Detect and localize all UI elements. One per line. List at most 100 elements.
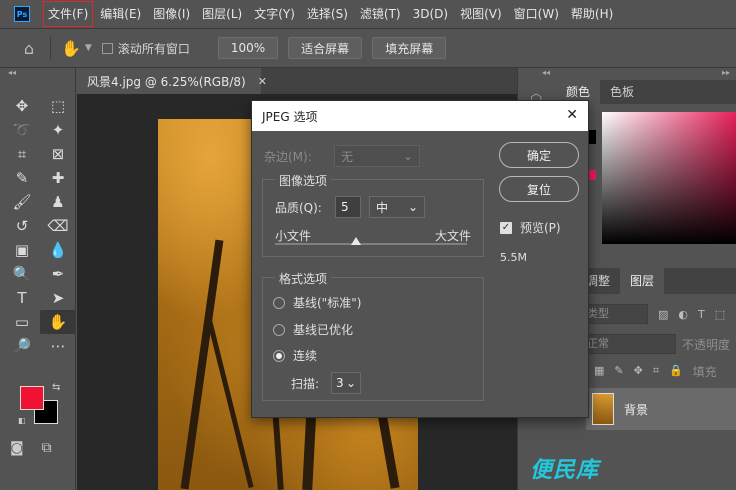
history-brush-tool-icon[interactable]: ↺ — [4, 214, 40, 238]
scan-select[interactable]: 3 ⌄ — [331, 372, 362, 394]
ok-button[interactable]: 确定 — [499, 142, 579, 168]
chevron-down-icon: ⌄ — [402, 149, 413, 163]
chevron-down-icon[interactable]: ▼ — [85, 43, 92, 53]
tree-trunk — [207, 320, 254, 489]
adjustment-filter-icon[interactable]: ◐ — [678, 308, 688, 321]
type-tool-icon[interactable]: T — [4, 286, 40, 310]
menu-image[interactable]: 图像(I) — [147, 0, 196, 28]
pen-tool-icon[interactable]: ✒ — [40, 262, 76, 286]
color-panel-foreground-indicator[interactable] — [588, 130, 596, 144]
scan-label: 扫描: — [291, 376, 320, 391]
radio-baseline-optimized[interactable]: 基线已优化 — [273, 321, 353, 338]
collapse-toolbar-icon[interactable]: ◂◂ — [0, 68, 75, 80]
menu-layer[interactable]: 图层(L) — [196, 0, 248, 28]
radio-label: 连续 — [293, 349, 318, 363]
quality-input[interactable]: 5 — [335, 196, 361, 218]
radio-button[interactable] — [273, 349, 285, 362]
layer-kind-filter[interactable]: 类型 — [584, 304, 648, 324]
menu-window[interactable]: 窗口(W) — [508, 0, 565, 28]
type-filter-icon[interactable]: T — [698, 308, 705, 321]
blend-mode-select[interactable]: 正常 — [584, 334, 676, 354]
format-options-group: 格式选项 基线("标准") 基线已优化 连续 扫描: 3 ⌄ — [262, 270, 484, 401]
preview-checkbox[interactable]: ✓ 预览(P) — [500, 219, 561, 236]
checkbox-box[interactable] — [101, 42, 113, 54]
menu-edit[interactable]: 编辑(E) — [94, 0, 147, 28]
quality-slider-thumb[interactable] — [350, 237, 361, 245]
radio-button[interactable] — [273, 323, 285, 336]
tab-swatches[interactable]: 色板 — [600, 80, 644, 104]
image-options-label: 图像选项 — [275, 172, 332, 189]
healing-brush-tool-icon[interactable]: ✚ — [40, 166, 76, 190]
dodge-tool-icon[interactable]: 🔍 — [4, 262, 40, 286]
fill-screen-button[interactable]: 填充屏幕 — [372, 37, 447, 59]
frame-tool-icon[interactable]: ⊠ — [40, 142, 76, 166]
radio-baseline-standard[interactable]: 基线("标准") — [273, 294, 361, 311]
scroll-all-windows-checkbox[interactable]: 滚动所有窗口 — [101, 40, 190, 57]
menu-type[interactable]: 文字(Y) — [248, 0, 301, 28]
lasso-tool-icon[interactable]: ➰ — [4, 118, 40, 142]
foreground-color-swatch[interactable] — [20, 386, 44, 410]
hand-tool-icon[interactable]: ✋ — [61, 39, 81, 58]
eyedropper-tool-icon[interactable]: ✎ — [4, 166, 40, 190]
fit-screen-button[interactable]: 适合屏幕 — [288, 37, 363, 59]
options-bar: ⌂ ✋ ▼ 滚动所有窗口 100% 适合屏幕 填充屏幕 — [0, 28, 736, 68]
lock-all-icon[interactable]: 🔒 — [669, 364, 683, 378]
shape-filter-icon[interactable]: ⬚ — [715, 308, 725, 321]
move-tool-icon[interactable]: ✥ — [4, 94, 40, 118]
eraser-tool-icon[interactable]: ⌫ — [40, 214, 76, 238]
lock-artboard-icon[interactable]: ⌗ — [653, 364, 659, 378]
quality-label: 品质(Q): — [275, 200, 322, 215]
close-icon[interactable]: ✕ — [258, 75, 267, 88]
zoom-tool-icon[interactable]: 🔎 — [4, 334, 40, 358]
path-selection-tool-icon[interactable]: ➤ — [40, 286, 76, 310]
blur-tool-icon[interactable]: 💧 — [40, 238, 76, 262]
tab-layers[interactable]: 图层 — [620, 268, 665, 294]
quality-slider[interactable] — [275, 237, 467, 245]
menu-view[interactable]: 视图(V) — [454, 0, 508, 28]
document-tab[interactable]: 风景4.jpg @ 6.25%(RGB/8) ✕ — [77, 68, 267, 94]
hand-tool-icon[interactable]: ✋ — [40, 310, 76, 334]
brush-tool-icon[interactable]: 🖌 — [4, 190, 40, 214]
collapse-panels-icon[interactable]: ◂◂ — [542, 68, 550, 77]
jpeg-options-dialog: JPEG 选项 ✕ 杂边(M): 无 ⌄ 图像选项 品质(Q): 5 中 ⌄ 小… — [251, 100, 589, 418]
swap-colors-icon[interactable]: ⇆ — [52, 382, 60, 393]
crop-tool-icon[interactable]: ⌗ — [4, 142, 40, 166]
menu-3d[interactable]: 3D(D) — [407, 0, 454, 28]
color-picker-field[interactable] — [602, 112, 736, 244]
home-icon[interactable]: ⌂ — [18, 37, 40, 59]
radio-progressive[interactable]: 连续 — [273, 347, 317, 364]
quick-mask-icon[interactable]: ◙ — [10, 440, 24, 456]
more-tools-icon[interactable]: ⋯ — [40, 334, 76, 358]
lock-position-icon[interactable]: ✥ — [634, 364, 643, 378]
screen-mode-icon[interactable]: ⧉ — [42, 440, 52, 456]
opacity-label: 不透明度 — [682, 337, 731, 352]
menu-select[interactable]: 选择(S) — [301, 0, 354, 28]
toolbar-bottom: ◙ ⧉ — [10, 440, 52, 456]
radio-button[interactable] — [273, 296, 285, 309]
lock-transparency-icon[interactable]: ▦ — [594, 364, 604, 378]
clone-stamp-tool-icon[interactable]: ♟ — [40, 190, 76, 214]
zoom-100-button[interactable]: 100% — [217, 37, 279, 59]
menu-file[interactable]: 文件(F) — [42, 0, 94, 28]
menu-help[interactable]: 帮助(H) — [565, 0, 619, 28]
layer-row-background[interactable]: 背景 — [586, 388, 736, 430]
slider-max-label: 大文件 — [434, 229, 471, 243]
marquee-tool-icon[interactable]: ⬚ — [40, 94, 76, 118]
magic-wand-tool-icon[interactable]: ✦ — [40, 118, 76, 142]
reset-button[interactable]: 复位 — [499, 176, 579, 202]
panel-expand-icon[interactable]: ▸▸ — [556, 68, 736, 80]
checkbox-checked-icon[interactable]: ✓ — [500, 221, 512, 234]
default-colors-icon[interactable]: ◧ — [18, 416, 26, 425]
gradient-tool-icon[interactable]: ▣ — [4, 238, 40, 262]
close-icon[interactable]: ✕ — [566, 107, 578, 123]
format-options-label: 格式选项 — [275, 270, 332, 287]
quality-slider-labels: 小文件 大文件 — [275, 227, 471, 244]
slider-min-label: 小文件 — [275, 229, 312, 243]
lock-pixels-icon[interactable]: ✎ — [614, 364, 623, 378]
quality-level-select[interactable]: 中 ⌄ — [369, 196, 425, 218]
color-panel-hue-indicator[interactable] — [588, 170, 596, 180]
image-filter-icon[interactable]: ▨ — [658, 308, 668, 321]
menu-filter[interactable]: 滤镜(T) — [354, 0, 407, 28]
fill-label: 填充 — [692, 364, 717, 379]
rectangle-tool-icon[interactable]: ▭ — [4, 310, 40, 334]
